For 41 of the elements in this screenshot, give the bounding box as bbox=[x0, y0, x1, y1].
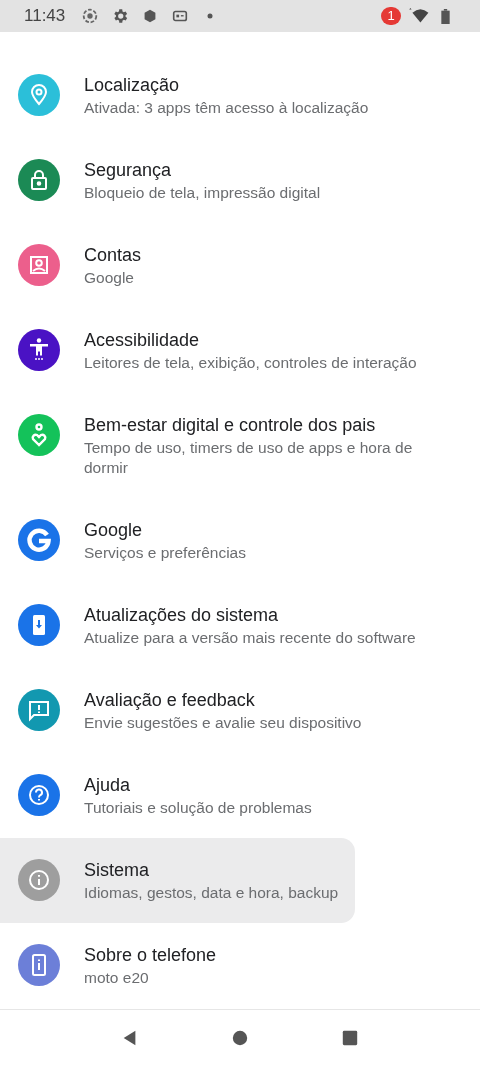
settings-item[interactable]: Sistema Idiomas, gestos, data e hora, backup bbox=[0, 838, 355, 923]
item-subtitle: Atualize para a versão mais recente do software bbox=[84, 628, 416, 648]
settings-item[interactable]: Segurança Bloqueio de tela, impressão digital bbox=[0, 138, 480, 223]
recents-icon[interactable] bbox=[341, 1029, 359, 1047]
item-subtitle: Serviços e preferências bbox=[84, 543, 246, 563]
item-subtitle: Ativada: 3 apps têm acesso à localização bbox=[84, 98, 369, 118]
settings-item[interactable]: Acessibilidade Leitores de tela, exibição, controles de interação bbox=[0, 308, 480, 393]
item-subtitle: Idiomas, gestos, data e hora, backup bbox=[84, 883, 339, 903]
item-subtitle: Tutoriais e solução de problemas bbox=[84, 798, 312, 818]
item-title: Localização bbox=[84, 74, 180, 96]
more-dot-icon bbox=[207, 13, 214, 19]
screen-record-icon bbox=[81, 7, 100, 25]
item-subtitle: Google bbox=[84, 268, 134, 288]
item-subtitle: Leitores de tela, exibição, controles de interação bbox=[84, 353, 417, 373]
item-title: Bem-estar digital e controle dos pais bbox=[84, 414, 376, 436]
settings-item[interactable]: Localização Ativada: 3 apps têm acesso à localização bbox=[0, 53, 480, 138]
item-subtitle: Bloqueio de tela, impressão digital bbox=[84, 183, 321, 203]
item-title: Ajuda bbox=[84, 774, 131, 796]
item-title: Google bbox=[84, 519, 143, 541]
settings-item[interactable]: Avaliação e feedback Envie sugestões e avalie seu dispositivo bbox=[0, 668, 480, 753]
item-title: Avaliação e feedback bbox=[84, 689, 255, 711]
item-title: Segurança bbox=[84, 159, 172, 181]
settings-item[interactable]: Ajuda Tutoriais e solução de problemas bbox=[0, 753, 480, 838]
settings-item[interactable]: Sobre o telefone moto e20 bbox=[0, 923, 480, 1008]
item-subtitle: Envie sugestões e avalie seu dispositivo bbox=[84, 713, 362, 733]
wifi-icon bbox=[407, 8, 429, 24]
item-title: Contas bbox=[84, 244, 142, 266]
item-title: Atualizações do sistema bbox=[84, 604, 279, 626]
status-time: 11:43 bbox=[24, 6, 66, 26]
settings-item[interactable]: Google Serviços e preferências bbox=[0, 498, 480, 583]
item-title: Acessibilidade bbox=[84, 329, 200, 351]
item-title: Sistema bbox=[84, 859, 150, 881]
settings-item[interactable]: Contas Google bbox=[0, 223, 480, 308]
settings-item[interactable]: Atualizações do sistema Atualize para a versão mais recente do software bbox=[0, 583, 480, 668]
item-subtitle: moto e20 bbox=[84, 968, 149, 988]
item-title: Sobre o telefone bbox=[84, 944, 217, 966]
item-subtitle: Tempo de uso, timers de uso de apps e hora de dormir bbox=[84, 438, 414, 478]
battery-icon bbox=[441, 8, 450, 24]
home-icon[interactable] bbox=[231, 1029, 249, 1047]
notification-badge: 1 bbox=[381, 7, 401, 25]
settings-item[interactable]: Bem-estar digital e controle dos pais Tempo de uso, timers de uso de apps e hora de dormir bbox=[0, 393, 480, 498]
